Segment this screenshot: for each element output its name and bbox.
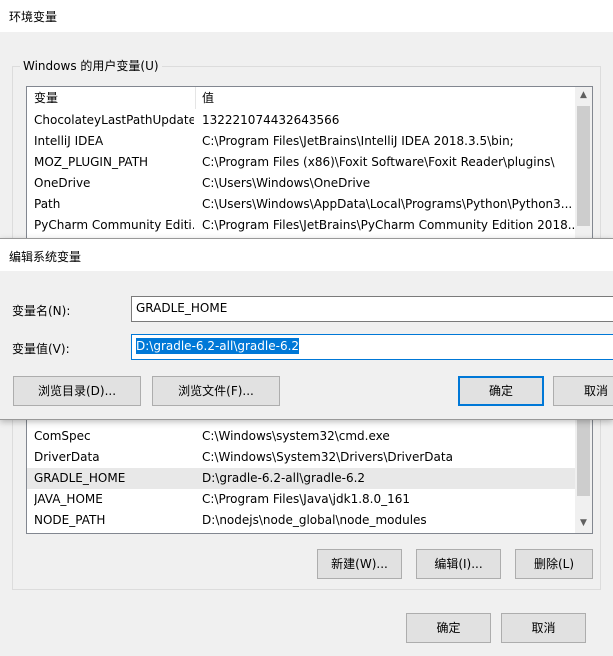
- env-cancel-button[interactable]: 取消: [501, 613, 586, 643]
- var-name: MOZ_PLUGIN_PATH: [34, 155, 149, 169]
- scrollbar-thumb[interactable]: [577, 106, 590, 226]
- user-vars-group-label: Windows 的用户变量(U): [20, 59, 162, 73]
- var-name: GRADLE_HOME: [34, 471, 126, 485]
- var-name: PyCharm Community Editi...: [34, 218, 194, 232]
- new-button[interactable]: 新建(W)...: [317, 549, 402, 579]
- dialog-ok-button[interactable]: 确定: [458, 376, 544, 406]
- user-vars-header: 变量 值: [27, 87, 576, 109]
- column-header-variable[interactable]: 变量: [34, 87, 194, 109]
- var-name: ComSpec: [34, 429, 91, 443]
- env-window-title: 环境变量: [0, 0, 613, 32]
- var-value: D:\nodejs\node_global\node_modules: [202, 513, 427, 527]
- var-value: C:\Program Files\JetBrains\IntelliJ IDEA…: [202, 134, 514, 148]
- variable-name-label: 变量名(N):: [12, 304, 71, 318]
- edit-system-variable-dialog: 编辑系统变量 变量名(N): GRADLE_HOME 变量值(V): D:\gr…: [0, 238, 613, 420]
- list-item[interactable]: OneDrive C:\Users\Windows\OneDrive: [27, 173, 576, 194]
- var-value: C:\Program Files (x86)\Foxit Software\Fo…: [202, 155, 555, 169]
- var-value: C:\Program Files\JetBrains\PyCharm Commu…: [202, 218, 576, 232]
- user-vars-scrollbar[interactable]: ▲: [575, 87, 592, 245]
- var-value: 132221074432643566: [202, 113, 340, 127]
- dialog-title: 编辑系统变量: [0, 239, 613, 271]
- var-value: C:\Windows\System32\Drivers\DriverData: [202, 450, 453, 464]
- system-vars-list[interactable]: ComSpec C:\Windows\system32\cmd.exe Driv…: [26, 420, 593, 534]
- list-item[interactable]: JAVA_HOME C:\Program Files\Java\jdk1.8.0…: [27, 489, 576, 510]
- var-name: IntelliJ IDEA: [34, 134, 104, 148]
- var-name: JAVA_HOME: [34, 492, 103, 506]
- var-name: DriverData: [34, 450, 100, 464]
- list-item-selected[interactable]: GRADLE_HOME D:\gradle-6.2-all\gradle-6.2: [27, 468, 576, 489]
- var-value: D:\gradle-6.2-all\gradle-6.2: [202, 471, 366, 485]
- var-value: C:\Users\Windows\OneDrive: [202, 176, 371, 190]
- variable-value-text: D:\gradle-6.2-all\gradle-6.2: [136, 338, 300, 354]
- variable-name-input[interactable]: GRADLE_HOME: [131, 296, 613, 322]
- list-item[interactable]: IntelliJ IDEA C:\Program Files\JetBrains…: [27, 131, 576, 152]
- env-ok-button[interactable]: 确定: [406, 613, 491, 643]
- system-vars-scrollbar[interactable]: ▼: [575, 420, 592, 533]
- variable-name-text: GRADLE_HOME: [136, 301, 228, 315]
- delete-button[interactable]: 删除(L): [515, 549, 593, 579]
- scroll-down-arrow-icon[interactable]: ▼: [575, 515, 592, 532]
- browse-file-button[interactable]: 浏览文件(F)...: [152, 376, 280, 406]
- list-item[interactable]: Path C:\Users\Windows\AppData\Local\Prog…: [27, 194, 576, 215]
- variable-value-label: 变量值(V):: [12, 342, 70, 356]
- var-name: Path: [34, 197, 61, 211]
- list-item[interactable]: PyCharm Community Editi... C:\Program Fi…: [27, 215, 576, 236]
- var-value: C:\Windows\system32\cmd.exe: [202, 429, 390, 443]
- list-item[interactable]: ComSpec C:\Windows\system32\cmd.exe: [27, 426, 576, 447]
- var-name: OneDrive: [34, 176, 91, 190]
- variable-value-input[interactable]: D:\gradle-6.2-all\gradle-6.2: [131, 334, 613, 360]
- list-item[interactable]: NODE_PATH D:\nodejs\node_global\node_mod…: [27, 510, 576, 531]
- list-item[interactable]: DriverData C:\Windows\System32\Drivers\D…: [27, 447, 576, 468]
- dialog-cancel-button[interactable]: 取消: [553, 376, 613, 406]
- var-name: NODE_PATH: [34, 513, 106, 527]
- scrollbar-thumb[interactable]: [577, 420, 590, 496]
- column-header-value[interactable]: 值: [202, 87, 214, 109]
- var-name: ChocolateyLastPathUpdate: [34, 113, 194, 127]
- user-vars-list[interactable]: 变量 值 ChocolateyLastPathUpdate 1322210744…: [26, 86, 593, 246]
- list-item[interactable]: MOZ_PLUGIN_PATH C:\Program Files (x86)\F…: [27, 152, 576, 173]
- var-value: C:\Program Files\Java\jdk1.8.0_161: [202, 492, 411, 506]
- var-value: C:\Users\Windows\AppData\Local\Programs\…: [202, 197, 573, 211]
- list-item[interactable]: ChocolateyLastPathUpdate 132221074432643…: [27, 110, 576, 131]
- scroll-up-arrow-icon[interactable]: ▲: [575, 87, 592, 104]
- edit-button[interactable]: 编辑(I)...: [416, 549, 501, 579]
- browse-directory-button[interactable]: 浏览目录(D)...: [13, 376, 141, 406]
